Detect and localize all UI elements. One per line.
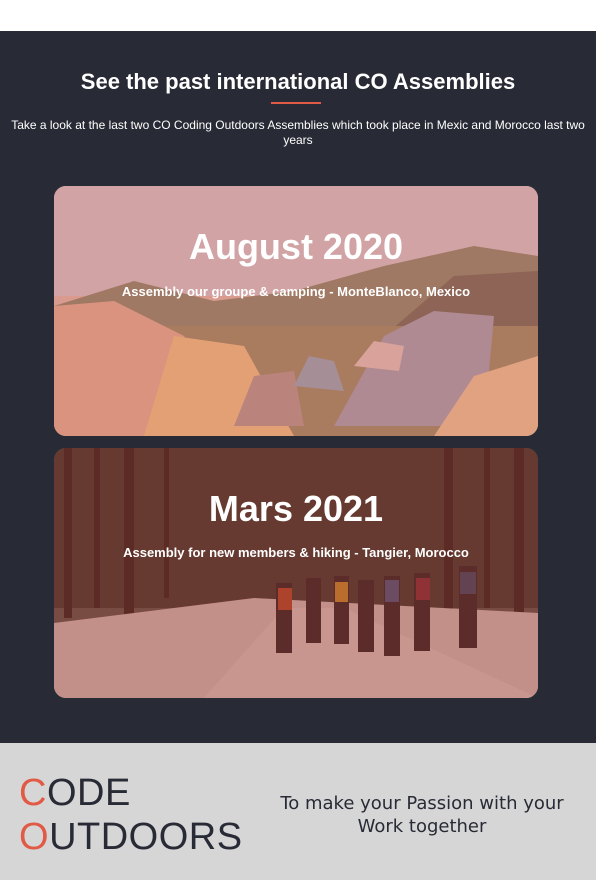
logo-line1-rest: ODE (46, 772, 131, 814)
assembly-card-mars-2021[interactable]: Mars 2021 Assembly for new members & hik… (54, 448, 538, 698)
card-title: Mars 2021 (208, 488, 384, 529)
logo-letter-o: O (19, 816, 50, 858)
title-underline (271, 102, 321, 104)
code-outdoors-logo[interactable]: CODE OUTDOORS (19, 771, 243, 859)
card-subtitle: Assembly our groupe & camping - MonteBla… (121, 284, 471, 299)
top-bar (0, 0, 596, 31)
assembly-card-august-2020[interactable]: August 2020 Assembly our groupe & campin… (54, 186, 538, 436)
logo-letter-c: C (19, 772, 47, 814)
card-title: August 2020 (188, 226, 404, 267)
logo-line2-rest: UTDOORS (49, 816, 243, 858)
card-subtitle: Assembly for new members & hiking - Tang… (123, 545, 469, 560)
footer: CODE OUTDOORS To make your Passion with … (0, 743, 596, 880)
card-overlay (54, 186, 538, 436)
section-description: Take a look at the last two CO Coding Ou… (11, 118, 585, 147)
assemblies-section: See the past international CO Assemblies… (0, 31, 596, 743)
section-title: See the past international CO Assemblies (80, 69, 516, 94)
card-overlay (54, 448, 538, 698)
footer-tagline: To make your Passion with your Work toge… (280, 793, 564, 837)
